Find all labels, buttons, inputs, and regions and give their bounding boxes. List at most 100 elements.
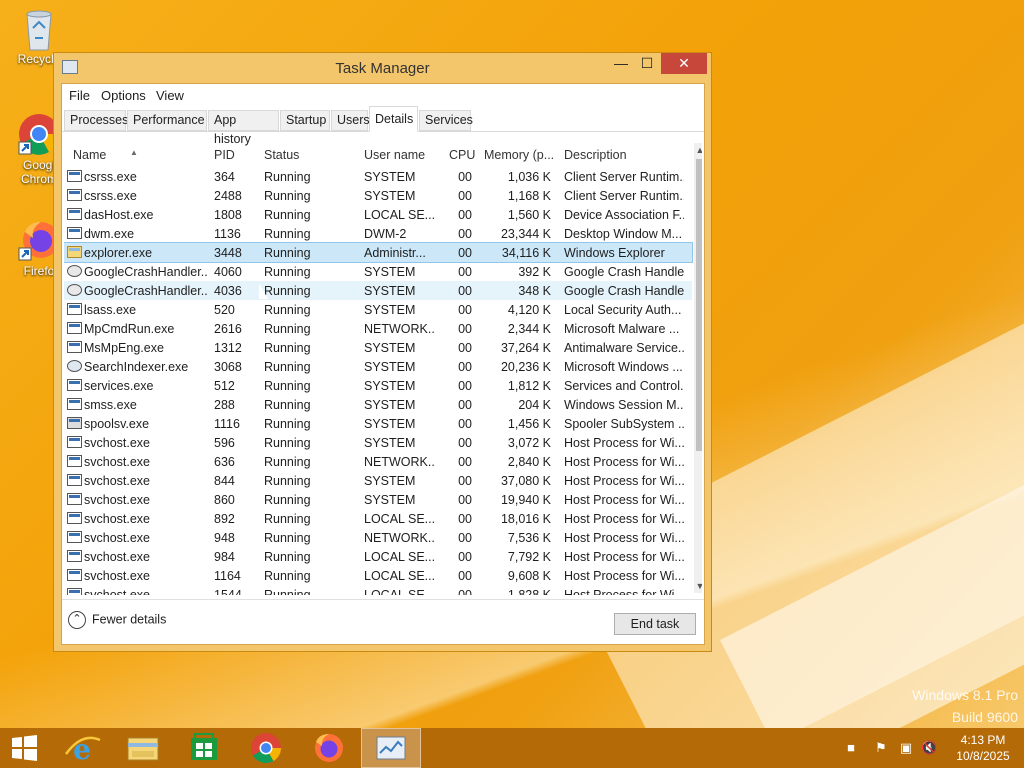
taskbar-chrome[interactable] [236, 728, 296, 768]
table-row[interactable]: svchost.exe 948 Running NETWORK... 00 7,536 K… [64, 528, 692, 547]
taskbar-firefox[interactable] [298, 728, 358, 768]
cell-cpu: 00 [458, 512, 472, 526]
table-row[interactable]: GoogleCrashHandler... 4060 Running SYSTEM 00… [64, 262, 692, 281]
cell-cpu: 00 [458, 246, 472, 260]
google-update-icon [67, 284, 82, 296]
taskbar-clock[interactable]: 4:13 PM 10/8/2025 [948, 732, 1018, 764]
start-button[interactable] [0, 728, 60, 768]
cell-name: svchost.exe [84, 455, 151, 469]
cell-cpu: 00 [458, 379, 472, 393]
table-row[interactable]: explorer.exe 3448 Running Administr... 00 34,… [64, 242, 693, 263]
cell-status: Running [264, 398, 311, 412]
tab-startup[interactable]: Startup [280, 110, 330, 131]
cell-pid: 1136 [214, 227, 241, 241]
table-row[interactable]: services.exe 512 Running SYSTEM 00 1,812 K Ser… [64, 376, 692, 395]
minimize-button[interactable]: — [608, 53, 634, 74]
table-row[interactable]: csrss.exe 2488 Running SYSTEM 00 1,168 K Clien… [64, 186, 692, 205]
cell-user-name: DWM-2 [364, 227, 407, 241]
table-row[interactable]: svchost.exe 596 Running SYSTEM 00 3,072 K Host… [64, 433, 692, 452]
scroll-up-icon[interactable]: ▲ [694, 143, 702, 157]
cell-pid: 1116 [214, 417, 240, 431]
cell-name: SearchIndexer.exe [84, 360, 189, 374]
cell-memory: 20,236 K [500, 360, 551, 374]
table-row[interactable]: svchost.exe 984 Running LOCAL SE... 00 7,792 … [64, 547, 692, 566]
process-icon [67, 588, 82, 595]
title-bar[interactable]: Task Manager — ☐ ✕ [54, 53, 711, 83]
cell-name: svchost.exe [84, 569, 151, 583]
tab-app-history[interactable]: App history [208, 110, 279, 146]
column-header-user-name[interactable]: User name [364, 148, 425, 162]
start-icon [12, 735, 37, 761]
cell-cpu: 00 [458, 360, 472, 374]
cell-name: dwm.exe [84, 227, 135, 241]
process-icon [67, 531, 82, 543]
close-button[interactable]: ✕ [661, 53, 707, 74]
tab-users[interactable]: Users [331, 110, 370, 131]
cell-description: Antimalware Service... [564, 341, 684, 355]
taskbar-task-manager[interactable] [361, 728, 421, 768]
cell-pid: 984 [214, 550, 235, 564]
cell-user-name: SYSTEM [364, 189, 416, 203]
cell-memory: 1,812 K [507, 379, 551, 393]
fewer-details-button[interactable]: ⌃ Fewer details [68, 611, 166, 629]
scroll-down-icon[interactable]: ▼ [694, 579, 702, 593]
taskbar-file-explorer[interactable] [113, 728, 173, 768]
table-row[interactable]: lsass.exe 520 Running SYSTEM 00 4,120 K Local … [64, 300, 692, 319]
tab-details[interactable]: Details [369, 106, 418, 132]
tab-processes[interactable]: Processes [64, 110, 128, 131]
table-row[interactable]: dasHost.exe 1808 Running LOCAL SE... 00 1,560… [64, 205, 692, 224]
watermark-edition: Windows 8.1 Pro [912, 687, 1018, 703]
volume-muted-icon[interactable]: 🔇 [921, 740, 937, 756]
cell-pid: 860 [214, 493, 235, 507]
maximize-button[interactable]: ☐ [634, 53, 660, 74]
network-icon[interactable]: ▣ [898, 740, 914, 756]
action-center-flag-icon[interactable]: ⚑ [873, 740, 889, 756]
tab-services[interactable]: Services [419, 110, 473, 131]
menu-options[interactable]: Options [101, 88, 146, 103]
column-header-cpu[interactable]: CPU [449, 148, 475, 162]
table-row[interactable]: MsMpEng.exe 1312 Running SYSTEM 00 37,264 K An… [64, 338, 692, 357]
tab-performance[interactable]: Performance [127, 110, 207, 131]
fewer-details-label: Fewer details [92, 612, 167, 627]
cell-description: Host Process for Wi... [564, 436, 684, 450]
menu-view[interactable]: View [156, 88, 184, 103]
table-row[interactable]: svchost.exe 860 Running SYSTEM 00 19,940 K Hos… [64, 490, 692, 509]
show-hidden-icons-icon[interactable]: ■ [843, 740, 859, 756]
cell-name: lsass.exe [84, 303, 137, 317]
taskbar-store[interactable] [174, 728, 234, 768]
table-row[interactable]: MpCmdRun.exe 2616 Running NETWORK... 00 2,344… [64, 319, 692, 338]
table-row[interactable]: SearchIndexer.exe 3068 Running SYSTEM 00 20,2… [64, 357, 692, 376]
table-row[interactable]: svchost.exe 1544 Running LOCAL SE... 00 1,828… [64, 585, 692, 595]
column-header-status[interactable]: Status [264, 148, 299, 162]
column-header-pid[interactable]: PID [214, 148, 235, 162]
column-header-description[interactable]: Description [564, 148, 627, 162]
cell-cpu: 00 [458, 398, 472, 412]
table-row[interactable]: svchost.exe 892 Running LOCAL SE... 00 18,016… [64, 509, 692, 528]
process-icon [67, 398, 82, 410]
table-row[interactable]: smss.exe 288 Running SYSTEM 00 204 K Windows S… [64, 395, 692, 414]
cell-memory: 7,792 K [507, 550, 551, 564]
cell-cpu: 00 [458, 569, 472, 583]
cell-pid: 1312 [214, 341, 242, 355]
cell-memory: 9,608 K [507, 569, 551, 583]
cell-status: Running [264, 170, 311, 184]
table-row[interactable]: csrss.exe 364 Running SYSTEM 00 1,036 K Client… [64, 167, 692, 186]
cell-name: explorer.exe [84, 246, 153, 260]
table-row[interactable]: svchost.exe 844 Running SYSTEM 00 37,080 K Hos… [64, 471, 692, 490]
vertical-scrollbar[interactable]: ▲ ▼ [694, 143, 702, 593]
menu-file[interactable]: File [69, 88, 90, 103]
table-row[interactable]: spoolsv.exe 1116 Running SYSTEM 00 1,456 K Spo… [64, 414, 692, 433]
cell-memory: 19,940 K [500, 493, 551, 507]
column-header-name[interactable]: Name [73, 148, 106, 162]
column-header-memory[interactable]: Memory (p... [484, 148, 554, 162]
table-row[interactable]: svchost.exe 636 Running NETWORK... 00 2,840 K… [64, 452, 692, 471]
cell-memory: 1,036 K [507, 170, 551, 184]
table-row[interactable]: dwm.exe 1136 Running DWM-2 00 23,344 K Desktop… [64, 224, 692, 243]
end-task-button[interactable]: End task [614, 613, 696, 635]
scrollbar-thumb[interactable] [696, 159, 702, 451]
table-row[interactable]: GoogleCrashHandler... 4036 Running SYSTEM 00… [64, 281, 692, 300]
taskbar-internet-explorer[interactable]: e [52, 728, 112, 768]
cell-user-name: Administr... [364, 246, 426, 260]
table-row[interactable]: svchost.exe 1164 Running LOCAL SE... 00 9,608… [64, 566, 692, 585]
cell-user-name: SYSTEM [364, 398, 416, 412]
